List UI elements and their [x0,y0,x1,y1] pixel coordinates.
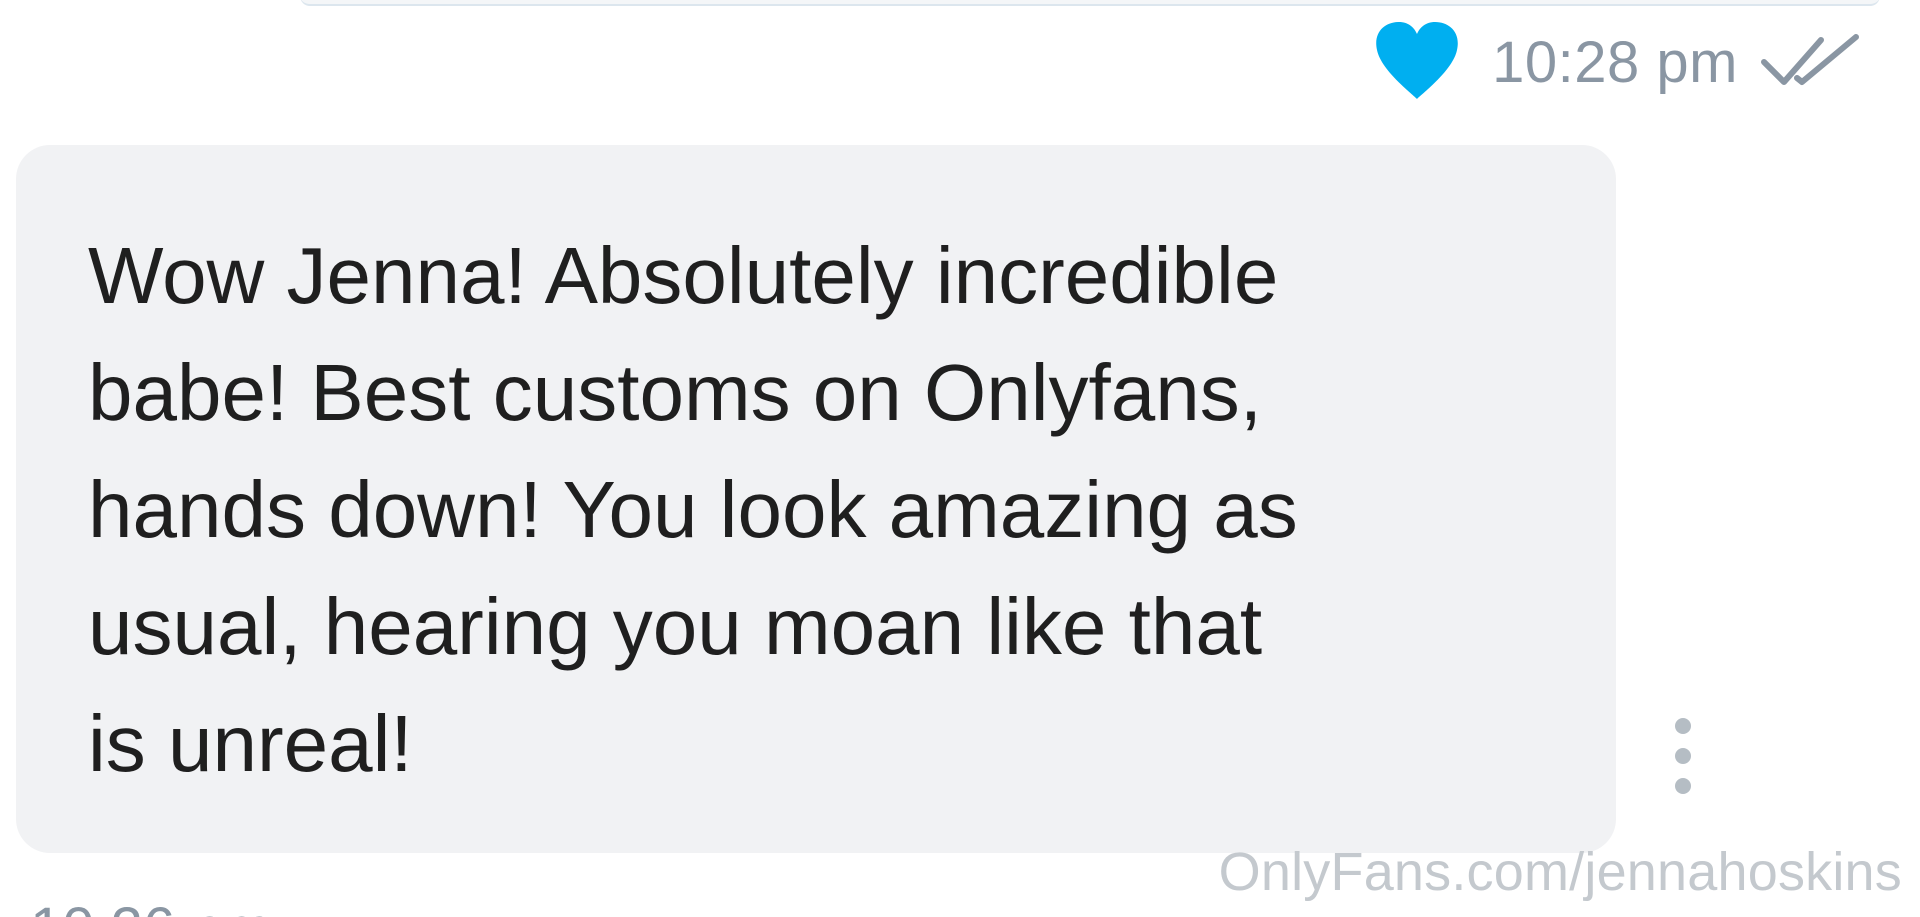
next-message-time: 10:26 pm [30,900,272,917]
sent-message-time: 10:28 pm [1492,30,1738,95]
double-check-icon [1760,33,1862,89]
heart-icon[interactable] [1372,19,1462,103]
received-message-bubble: Wow Jenna! Absolutely incredible babe! B… [16,145,1616,853]
more-icon-dot [1675,778,1691,794]
watermark-text: OnlyFans.com/jennahoskins [1218,842,1902,902]
sent-message-meta: 10:28 pm [1372,20,1862,102]
more-icon-dot [1675,748,1691,764]
more-icon-dot [1675,718,1691,734]
previous-message-bubble-edge [300,0,1880,6]
chat-screen: 10:28 pm Wow Jenna! Absolutely incredibl… [0,0,1920,917]
received-message-text: Wow Jenna! Absolutely incredible babe! B… [88,231,1298,788]
vertical-more-icon[interactable] [1669,718,1697,794]
